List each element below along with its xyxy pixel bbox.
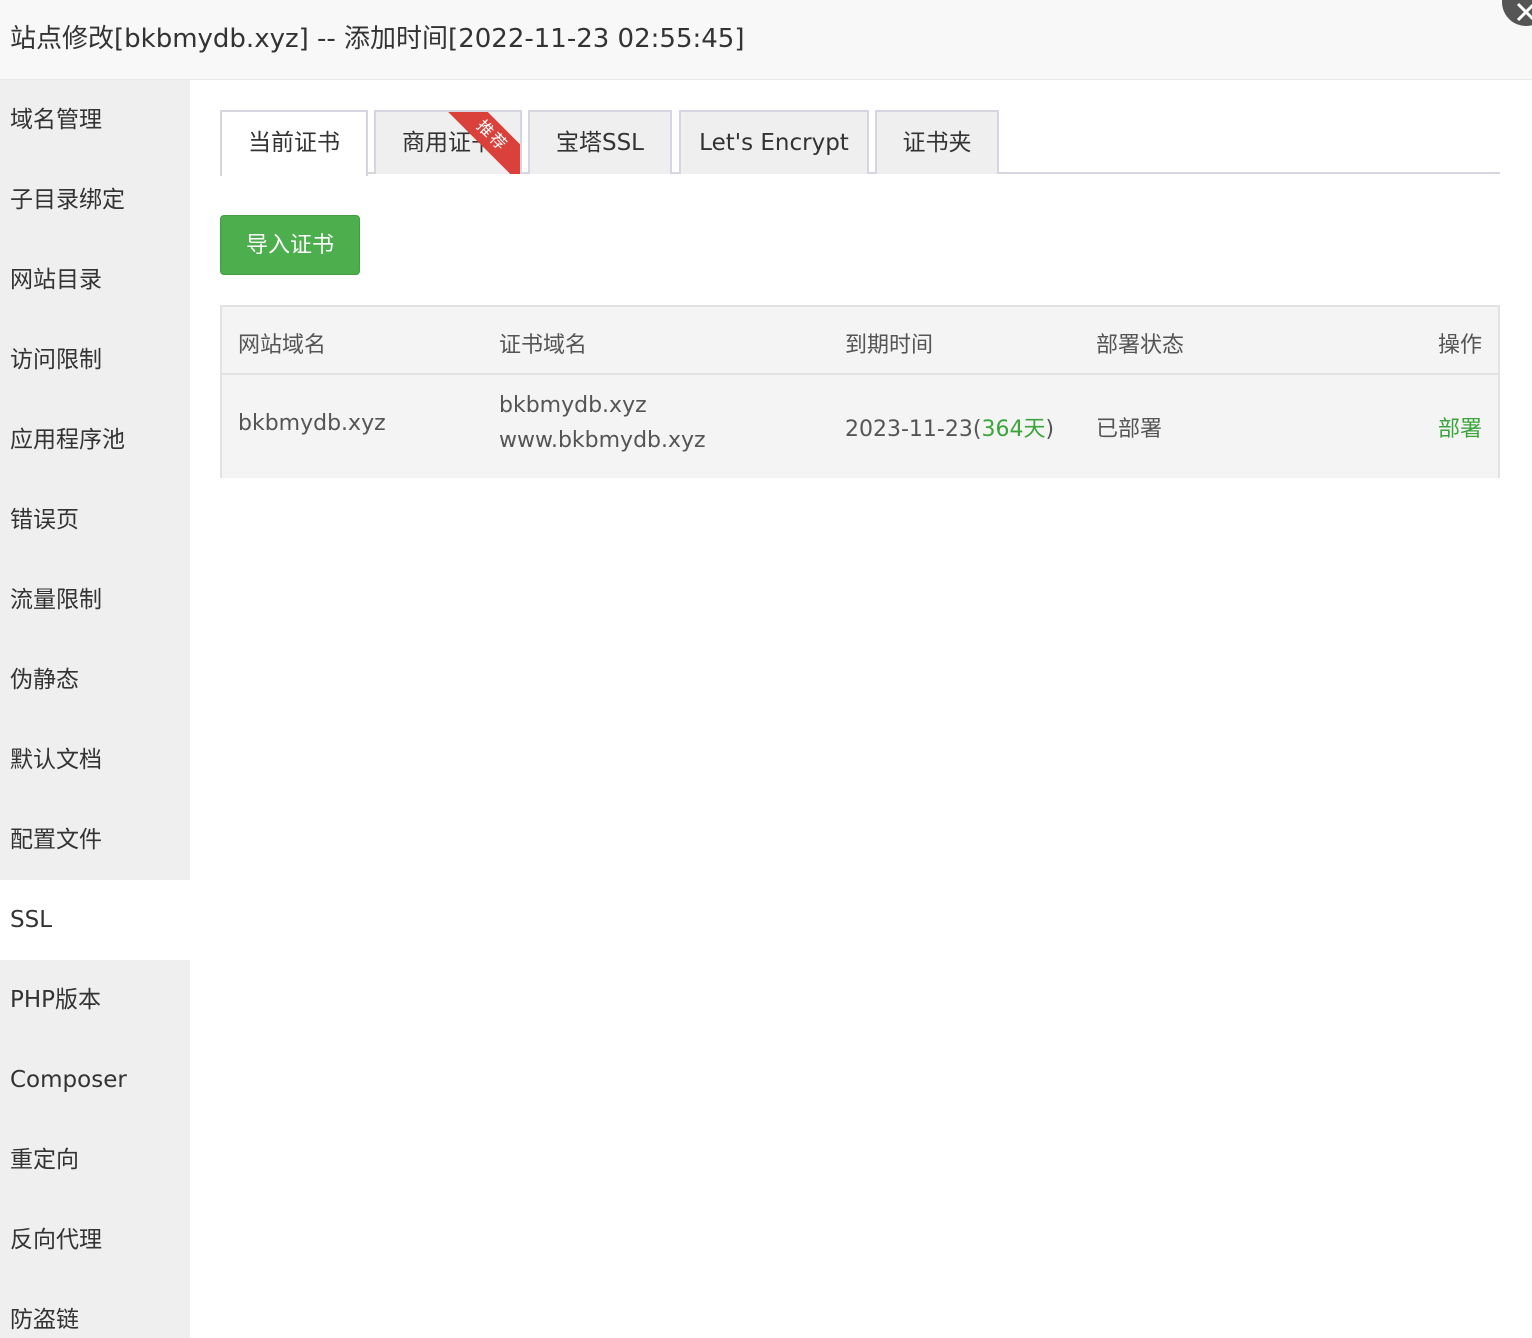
tab-bt-ssl[interactable]: 宝塔SSL	[528, 110, 672, 174]
close-icon	[1516, 2, 1532, 22]
tab-lets-encrypt[interactable]: Let's Encrypt	[679, 110, 869, 174]
sidebar-item-site-directory[interactable]: 网站目录	[0, 240, 190, 320]
sidebar-item-reverse-proxy[interactable]: 反向代理	[0, 1200, 190, 1280]
tab-cert-folder[interactable]: 证书夹	[875, 110, 999, 174]
sidebar-item-access-restriction[interactable]: 访问限制	[0, 320, 190, 400]
sidebar-item-default-doc[interactable]: 默认文档	[0, 720, 190, 800]
sidebar-item-ssl[interactable]: SSL	[0, 880, 190, 960]
ssl-tabs: 当前证书 商用证书 推荐 宝塔SSL Let's Encrypt 证书夹	[220, 110, 1500, 176]
sidebar-item-composer[interactable]: Composer	[0, 1040, 190, 1120]
header-site-domain: 网站域名	[238, 333, 327, 358]
sidebar: 域名管理 子目录绑定 网站目录 访问限制 应用程序池 错误页 流量限制 伪静态 …	[0, 80, 190, 1338]
tab-current-cert[interactable]: 当前证书	[220, 110, 368, 176]
header-operation: 操作	[1437, 333, 1482, 358]
close-button[interactable]	[1502, 0, 1532, 26]
sidebar-item-php-version[interactable]: PHP版本	[0, 960, 190, 1040]
main-content: 当前证书 商用证书 推荐 宝塔SSL Let's Encrypt 证书夹 导入证…	[190, 80, 1532, 1338]
window-titlebar: 站点修改[bkbmydb.xyz] -- 添加时间[2022-11-23 02:…	[0, 0, 1532, 80]
table-row: bkbmydb.xyz bkbmydb.xyz www.bkbmydb.xyz …	[222, 375, 1498, 478]
tab-label: 宝塔SSL	[555, 130, 644, 156]
deploy-link[interactable]: 部署	[1438, 411, 1482, 443]
tab-label: 当前证书	[248, 130, 340, 156]
sidebar-item-subdirectory-binding[interactable]: 子目录绑定	[0, 160, 190, 240]
site-domain-cell: bkbmydb.xyz	[238, 411, 386, 436]
header-deploy-status: 部署状态	[1096, 333, 1185, 358]
table-header: 网站域名 证书域名 到期时间 部署状态 操作	[222, 307, 1498, 375]
sidebar-item-config-file[interactable]: 配置文件	[0, 800, 190, 880]
cert-domain-2: www.bkbmydb.xyz	[499, 428, 706, 453]
cert-table: 网站域名 证书域名 到期时间 部署状态 操作 bkbmydb.xyz bkbmy…	[220, 305, 1500, 478]
tab-label: 证书夹	[902, 130, 972, 156]
sidebar-item-error-page[interactable]: 错误页	[0, 480, 190, 560]
window-title: 站点修改[bkbmydb.xyz] -- 添加时间[2022-11-23 02:…	[10, 24, 745, 54]
expire-date: 2023-11-23	[845, 417, 973, 442]
header-expire-time: 到期时间	[845, 333, 934, 358]
sidebar-item-app-pool[interactable]: 应用程序池	[0, 400, 190, 480]
days-left: 364天	[981, 417, 1046, 442]
import-cert-button[interactable]: 导入证书	[220, 215, 360, 275]
tab-label: Let's Encrypt	[699, 130, 849, 156]
expire-time-cell: 2023-11-23(364天)	[845, 411, 1054, 443]
days-close-paren: )	[1045, 417, 1055, 442]
header-cert-domain: 证书域名	[499, 333, 588, 358]
sidebar-item-rewrite[interactable]: 伪静态	[0, 640, 190, 720]
sidebar-item-traffic-limit[interactable]: 流量限制	[0, 560, 190, 640]
sidebar-item-hotlink-protection[interactable]: 防盗链	[0, 1280, 190, 1338]
cert-domain-1: bkbmydb.xyz	[499, 393, 647, 418]
sidebar-item-domain-management[interactable]: 域名管理	[0, 80, 190, 160]
deploy-status-cell: 已部署	[1096, 417, 1163, 442]
tab-commercial-cert[interactable]: 商用证书 推荐	[374, 110, 522, 174]
sidebar-item-redirect[interactable]: 重定向	[0, 1120, 190, 1200]
